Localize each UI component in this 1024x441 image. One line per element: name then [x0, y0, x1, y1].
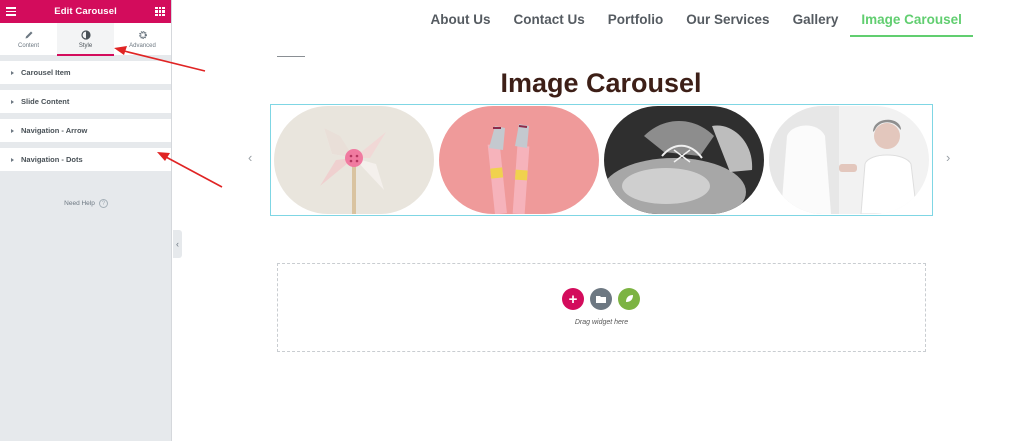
panel-header: Edit Carousel — [0, 0, 171, 23]
chevron-left-icon: ‹ — [176, 239, 179, 249]
collapse-panel-handle[interactable]: ‹ — [173, 230, 182, 258]
section-navigation-dots[interactable]: Navigation - Dots — [0, 148, 171, 171]
section-label: Navigation - Dots — [21, 155, 83, 164]
shoelace-photo — [604, 106, 764, 214]
need-help-link[interactable]: Need Help ? — [0, 199, 172, 208]
drop-area-buttons: + — [562, 288, 640, 310]
nav-contact-us[interactable]: Contact Us — [502, 5, 596, 33]
page-title: Image Carousel — [500, 68, 702, 98]
site-nav: About Us Contact Us Portfolio Our Servic… — [419, 5, 974, 37]
need-help-label: Need Help — [64, 200, 95, 207]
carousel-prev-arrow[interactable]: ‹ — [248, 150, 252, 165]
drop-area[interactable]: + Drag widget here — [277, 263, 926, 352]
panel-tabs: Content Style Advanced — [0, 23, 171, 56]
drag-widget-text: Drag widget here — [574, 319, 629, 326]
help-circle-icon: ? — [98, 199, 108, 208]
caret-right-icon — [11, 128, 14, 133]
nav-portfolio[interactable]: Portfolio — [596, 5, 675, 33]
pinwheel-photo — [274, 106, 434, 214]
caret-right-icon — [11, 157, 14, 162]
style-sections: Carousel Item Slide Content Navigation -… — [0, 61, 171, 171]
nav-image-carousel[interactable]: Image Carousel — [849, 5, 974, 37]
image-carousel — [270, 104, 933, 216]
section-label: Carousel Item — [21, 68, 71, 77]
tab-style-label: Style — [78, 42, 93, 49]
caret-right-icon — [11, 70, 14, 75]
nav-about-us[interactable]: About Us — [419, 5, 502, 33]
folder-icon — [596, 296, 606, 303]
kit-library-button[interactable] — [618, 288, 640, 310]
menu-icon[interactable] — [6, 7, 16, 16]
pencil-icon — [25, 31, 32, 38]
widgets-grid-icon[interactable] — [155, 6, 165, 17]
carousel-next-arrow[interactable]: › — [946, 150, 950, 165]
legs-sneakers-photo — [439, 106, 599, 214]
section-label: Navigation - Arrow — [21, 126, 88, 135]
carousel-slide-pinwheel[interactable] — [274, 106, 434, 214]
section-navigation-arrow[interactable]: Navigation - Arrow — [0, 119, 171, 142]
carousel-slide-shoelace[interactable] — [604, 106, 764, 214]
fashion-model-photo — [769, 106, 929, 214]
section-slide-content[interactable]: Slide Content — [0, 90, 171, 113]
caret-right-icon — [11, 99, 14, 104]
title-divider — [277, 56, 305, 57]
tab-style[interactable]: Style — [57, 23, 114, 56]
gear-icon — [138, 30, 147, 39]
add-section-button[interactable]: + — [562, 288, 584, 310]
tab-content-label: Content — [17, 42, 39, 49]
panel-title: Edit Carousel — [54, 6, 117, 17]
section-carousel-item[interactable]: Carousel Item — [0, 61, 171, 84]
section-label: Slide Content — [21, 97, 70, 106]
tab-advanced[interactable]: Advanced — [114, 23, 171, 55]
nav-gallery[interactable]: Gallery — [781, 5, 850, 33]
nav-our-services[interactable]: Our Services — [675, 5, 781, 33]
tab-content[interactable]: Content — [0, 23, 57, 55]
carousel-slide-fashion[interactable] — [769, 106, 929, 214]
tab-advanced-label: Advanced — [129, 42, 156, 49]
carousel-slide-legs[interactable] — [439, 106, 599, 214]
add-template-button[interactable] — [590, 288, 612, 310]
leaf-icon — [626, 295, 633, 302]
editor-panel: Edit Carousel Content Style Advanced Car… — [0, 0, 172, 441]
contrast-icon — [80, 29, 91, 40]
